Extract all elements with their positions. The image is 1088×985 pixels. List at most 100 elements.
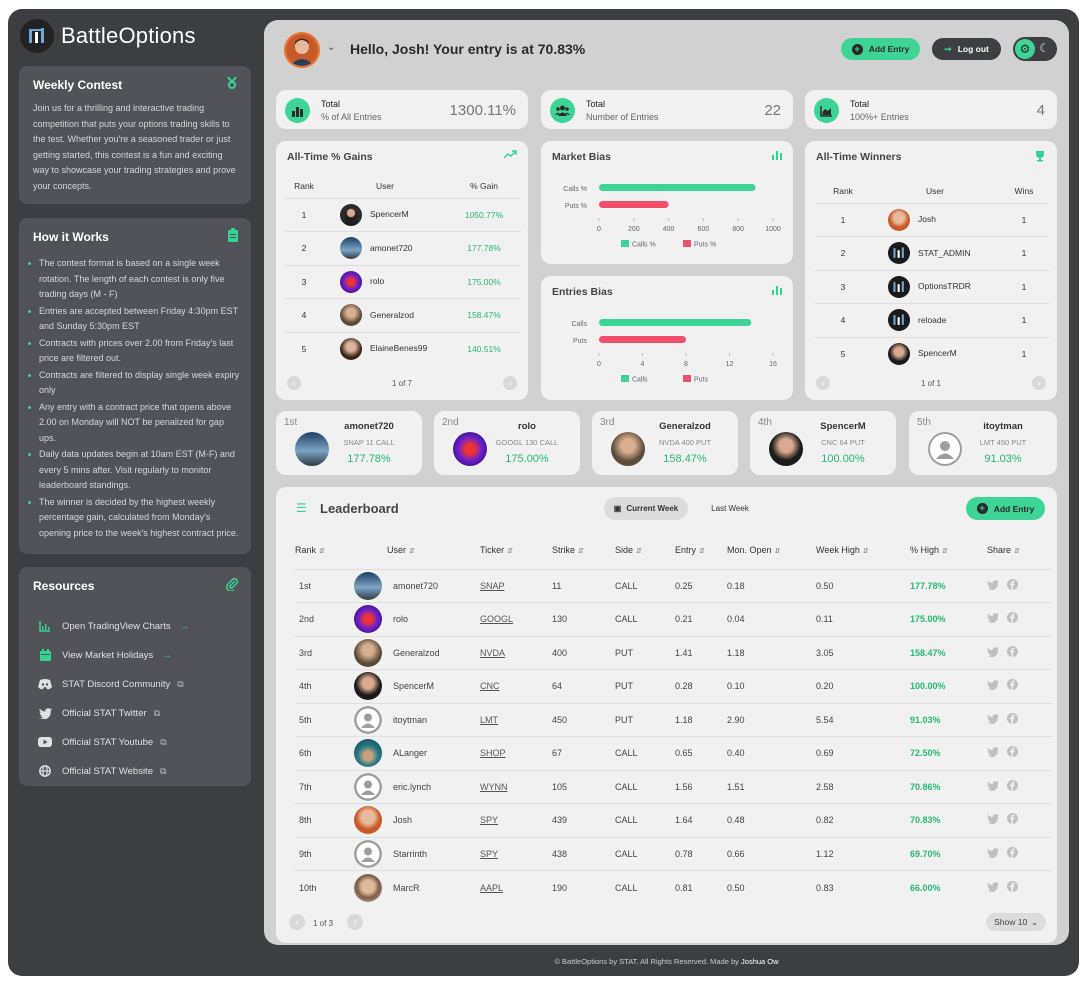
- ticker-link[interactable]: WYNN: [480, 782, 508, 792]
- percent-high-cell: 100.00%: [910, 669, 987, 703]
- twitter-icon[interactable]: [987, 780, 999, 794]
- table-row: 5 ElaineBenes99 140.51%: [285, 331, 521, 366]
- facebook-icon[interactable]: [1007, 880, 1018, 895]
- rank-cell: 3: [814, 269, 872, 304]
- twitter-icon[interactable]: [987, 881, 999, 895]
- resource-link-youtube[interactable]: Official STAT Youtube ⧉: [38, 735, 167, 749]
- user-name[interactable]: eric.lynch: [393, 782, 431, 792]
- ticker-link[interactable]: AAPL: [480, 883, 503, 893]
- logout-button[interactable]: ➞ Log out: [932, 38, 1001, 60]
- resource-link-tradingview[interactable]: Open TradingView Charts →: [38, 619, 189, 633]
- column-header[interactable]: Week High ⇵: [816, 531, 910, 569]
- ticker-link[interactable]: SNAP: [480, 581, 505, 591]
- user-name[interactable]: Josh: [393, 815, 412, 825]
- facebook-icon[interactable]: [1007, 846, 1018, 861]
- facebook-icon[interactable]: [1007, 746, 1018, 760]
- tab-last-week[interactable]: Last Week: [699, 497, 761, 520]
- tab-current-week[interactable]: ▣ Current Week: [604, 497, 688, 520]
- twitter-icon[interactable]: [987, 646, 999, 660]
- user-name[interactable]: SpencerM: [393, 681, 434, 691]
- stat-card-percent: Total % of All Entries 1300.11%: [276, 90, 528, 129]
- prev-page-button[interactable]: ‹: [289, 914, 305, 930]
- facebook-icon[interactable]: [1007, 612, 1018, 626]
- top-rank-card[interactable]: 3rd Generalzod NVDA 400 PUT 158.47%: [592, 411, 738, 475]
- twitter-icon[interactable]: [987, 579, 999, 593]
- twitter-icon[interactable]: [987, 713, 999, 727]
- ticker-link[interactable]: NVDA: [480, 648, 505, 658]
- page-size-select[interactable]: Show 10 ⌄: [986, 913, 1046, 931]
- table-row: 6th ALanger SHOP 67 CALL 0.65 0.40 0.69 72.50%: [295, 736, 1052, 770]
- twitter-icon[interactable]: [987, 814, 999, 827]
- user-name[interactable]: Starrinth: [393, 849, 427, 859]
- all-time-winners-card: All-Time Winners Rank User Wins 1 Josh 1…: [805, 141, 1057, 400]
- resource-link-website[interactable]: Official STAT Website ⧉: [38, 764, 166, 778]
- top-rank-card[interactable]: 1st amonet720 SNAP 11 CALL 177.78%: [276, 411, 422, 475]
- user-name[interactable]: amonet720: [393, 581, 438, 591]
- user-name[interactable]: itoytman: [393, 715, 427, 725]
- user-name[interactable]: amonet720: [370, 243, 413, 253]
- top-rank-card[interactable]: 2nd rolo GOOGL 130 CALL 175.00%: [434, 411, 580, 475]
- logo[interactable]: BattleOptions: [20, 19, 196, 53]
- column-header[interactable]: Share ⇵: [987, 531, 1052, 569]
- top-rank-card[interactable]: 5th itoytman LMT 450 PUT 91.03%: [909, 411, 1057, 475]
- user-name[interactable]: MarcR: [393, 883, 420, 893]
- ticker-link[interactable]: LMT: [480, 715, 498, 725]
- twitter-icon[interactable]: [987, 613, 999, 626]
- user-name[interactable]: reloade: [918, 315, 946, 325]
- facebook-icon[interactable]: [1007, 779, 1018, 794]
- facebook-icon[interactable]: [1007, 712, 1018, 727]
- user-name[interactable]: SpencerM: [918, 348, 957, 358]
- add-entry-button[interactable]: + Add Entry: [966, 497, 1045, 520]
- column-header[interactable]: Mon. Open ⇵: [727, 531, 816, 569]
- facebook-icon[interactable]: [1007, 679, 1018, 693]
- column-header[interactable]: Strike ⇵: [552, 531, 615, 569]
- open-cell: 1.51: [727, 769, 816, 804]
- column-header[interactable]: Side ⇵: [615, 531, 675, 569]
- stat-sublabel: 100%+ Entries: [850, 112, 909, 122]
- twitter-icon[interactable]: [987, 747, 999, 760]
- column-header[interactable]: Entry ⇵: [675, 531, 727, 569]
- ticker-link[interactable]: SPY: [480, 815, 498, 825]
- sort-icon: ⇵: [578, 547, 584, 555]
- percent-high-cell: 70.86%: [910, 769, 987, 804]
- avatar[interactable]: [284, 32, 320, 68]
- tab-label: Last Week: [711, 504, 749, 513]
- user-name[interactable]: STAT_ADMIN: [918, 248, 971, 258]
- ticker-link[interactable]: CNC: [480, 681, 500, 691]
- user-name[interactable]: Generalzod: [393, 648, 440, 658]
- column-header[interactable]: % High ⇵: [910, 531, 987, 569]
- top-rank-card[interactable]: 4th SpencerM CNC 64 PUT 100.00%: [750, 411, 896, 475]
- user-name[interactable]: ALanger: [393, 748, 427, 758]
- user-name[interactable]: OptionsTRDR: [918, 281, 971, 291]
- facebook-icon[interactable]: [1007, 578, 1018, 593]
- next-page-button[interactable]: ›: [347, 914, 363, 930]
- user-name[interactable]: Generalzod: [370, 310, 414, 320]
- ticker-link[interactable]: SPY: [480, 849, 498, 859]
- theme-toggle[interactable]: ⚙ ☾: [1013, 37, 1057, 61]
- next-page-button[interactable]: ›: [503, 376, 517, 390]
- column-header[interactable]: Ticker ⇵: [480, 531, 552, 569]
- twitter-icon[interactable]: [987, 847, 999, 861]
- add-entry-button[interactable]: + Add Entry: [841, 38, 920, 60]
- user-name[interactable]: rolo: [370, 276, 384, 286]
- resource-link-twitter[interactable]: Official STAT Twitter ⧉: [38, 706, 160, 720]
- resource-link-discord[interactable]: STAT Discord Community ⧉: [38, 677, 184, 691]
- resource-link-holidays[interactable]: View Market Holidays →: [38, 648, 172, 662]
- list-item: Contracts with prices over 2.00 from Fri…: [26, 336, 241, 367]
- user-name[interactable]: rolo: [393, 614, 408, 624]
- user-name[interactable]: SpencerM: [370, 209, 409, 219]
- next-page-button[interactable]: ›: [1032, 376, 1046, 390]
- user-name[interactable]: ElaineBenes99: [370, 343, 427, 353]
- column-header[interactable]: User ⇵: [354, 531, 480, 569]
- twitter-icon[interactable]: [987, 680, 999, 693]
- ticker-link[interactable]: SHOP: [480, 748, 506, 758]
- facebook-icon[interactable]: [1007, 813, 1018, 827]
- bar: [599, 184, 756, 191]
- gain-cell: 175.00%: [447, 264, 521, 299]
- column-header[interactable]: Rank ⇵: [295, 531, 354, 569]
- footer-author-link[interactable]: Joshua Ow: [741, 957, 779, 966]
- user-name[interactable]: Josh: [918, 214, 936, 224]
- chevron-down-icon[interactable]: ⌄: [327, 42, 335, 53]
- facebook-icon[interactable]: [1007, 645, 1018, 660]
- ticker-link[interactable]: GOOGL: [480, 614, 513, 624]
